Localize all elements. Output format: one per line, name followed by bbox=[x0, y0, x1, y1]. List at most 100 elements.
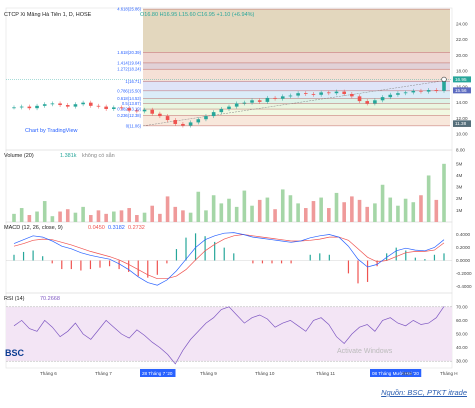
volume-bar bbox=[242, 190, 247, 222]
candle-body bbox=[165, 116, 170, 121]
macd-axis-tick: -0.2000 bbox=[456, 271, 472, 276]
source-link[interactable]: Nguồn: BSC, PTKT itrade bbox=[381, 388, 467, 397]
candle-body bbox=[403, 92, 408, 94]
volume-bar bbox=[373, 203, 377, 222]
volume-bar bbox=[388, 197, 393, 222]
chart-svg: 4.618(25.86) 1.618(20.39) 1.414(19.04) 1.27… bbox=[5, 7, 472, 377]
volume-bar bbox=[142, 212, 147, 222]
macd-axis-tick: 0.4000 bbox=[456, 232, 470, 237]
volume-bar bbox=[65, 209, 70, 222]
activate-watermark: Activate Windows bbox=[337, 348, 393, 355]
fib-label-10: 0(11.06) bbox=[126, 123, 142, 128]
fib-label-9: 0.236(12.38) bbox=[117, 113, 141, 118]
price-axis-tick: 22.00 bbox=[456, 37, 468, 42]
candle-body bbox=[327, 92, 331, 94]
candle-body bbox=[58, 103, 62, 106]
price-axis-tick: 14.00 bbox=[456, 100, 468, 105]
fib-band-2 bbox=[143, 62, 450, 70]
fib-label-2: 1.414(19.04) bbox=[117, 60, 141, 65]
fib-label-1: 1.618(20.39) bbox=[117, 50, 141, 55]
volume-bar bbox=[112, 211, 116, 222]
macd-signal-line bbox=[13, 234, 445, 280]
tradingview-link[interactable]: Chart by TradingView bbox=[25, 128, 77, 134]
candle-body bbox=[434, 90, 439, 91]
time-axis-tick: Tháng 9 bbox=[200, 371, 217, 376]
candle-body bbox=[65, 105, 70, 107]
volume-bar bbox=[380, 184, 385, 222]
volume-bar bbox=[73, 212, 78, 222]
candle-body bbox=[112, 107, 116, 109]
volume-bar bbox=[311, 201, 316, 222]
fib-band-7 bbox=[143, 103, 450, 110]
macd-value-macd: 0.3182 bbox=[108, 225, 125, 231]
time-axis-tick: 2021 bbox=[402, 371, 413, 376]
macd-axis-tick: 0.2000 bbox=[456, 245, 470, 250]
price-tag: 15.56 bbox=[455, 88, 467, 93]
volume-bar bbox=[196, 191, 201, 222]
price-axis-tick: 8.00 bbox=[456, 148, 465, 153]
fib-band-1 bbox=[143, 52, 450, 63]
volume-bar bbox=[365, 206, 370, 222]
macd-value-signal: 0.2732 bbox=[128, 225, 145, 231]
macd-axis-tick: 0.0000 bbox=[456, 258, 470, 263]
time-axis-tick: Tháng 10 bbox=[255, 371, 275, 376]
candle-body bbox=[319, 92, 323, 95]
candle-body bbox=[150, 109, 155, 114]
candle-body bbox=[411, 90, 416, 93]
candle-body bbox=[127, 108, 131, 111]
candle-body bbox=[257, 100, 262, 102]
volume-bar bbox=[127, 208, 131, 222]
volume-bar bbox=[426, 175, 431, 222]
fib-band-8 bbox=[143, 109, 450, 116]
bsc-logo: BSC bbox=[5, 348, 25, 358]
price-tag: 11.38 bbox=[455, 121, 467, 126]
volume-title: Volume (20) bbox=[4, 153, 34, 159]
volume-bar bbox=[96, 210, 101, 222]
rsi-axis-tick: 30.00 bbox=[456, 359, 468, 364]
volume-bar bbox=[357, 199, 362, 222]
volume-bar bbox=[396, 205, 400, 222]
candle-body bbox=[135, 110, 139, 112]
volume-na: không có sẵn bbox=[82, 153, 115, 159]
candle-body bbox=[380, 97, 385, 101]
candle-body bbox=[288, 95, 293, 97]
rsi-axis-tick: 70.00 bbox=[456, 304, 468, 309]
volume-bar bbox=[35, 211, 39, 222]
candle-body bbox=[373, 100, 377, 104]
candle-body bbox=[365, 101, 370, 104]
volume-bar bbox=[296, 203, 300, 222]
volume-bar bbox=[81, 206, 85, 222]
volume-bar bbox=[219, 203, 224, 222]
time-axis-tick: Tháng 6 bbox=[40, 371, 57, 376]
candle-body bbox=[196, 119, 201, 123]
candle-body bbox=[35, 105, 39, 109]
volume-bar bbox=[50, 216, 55, 222]
macd-axis-tick: -0.4000 bbox=[456, 284, 472, 289]
price-axis-tick: 24.00 bbox=[456, 21, 468, 26]
volume-bar bbox=[135, 215, 139, 222]
volume-bar bbox=[234, 206, 239, 222]
candle-body bbox=[334, 91, 339, 94]
candle-body bbox=[27, 106, 32, 109]
price-axis-tick: 20.00 bbox=[456, 53, 468, 58]
candle-body bbox=[242, 102, 247, 104]
rsi-axis-tick: 60.00 bbox=[456, 318, 468, 323]
fib-label-4: 1(16.71) bbox=[125, 79, 141, 84]
candle-body bbox=[173, 120, 178, 124]
candle-body bbox=[396, 93, 400, 95]
volume-bar bbox=[411, 202, 416, 222]
volume-bar bbox=[342, 202, 346, 222]
last-price-marker bbox=[441, 76, 447, 82]
fib-label-5: 0.786(15.50) bbox=[117, 88, 141, 93]
time-axis-tick: Tháng H bbox=[440, 371, 458, 376]
volume-bar bbox=[27, 215, 32, 222]
chart-root: 4.618(25.86) 1.618(20.39) 1.414(19.04) 1.27… bbox=[0, 0, 475, 403]
volume-axis-tick: 1M bbox=[456, 208, 463, 213]
candle-body bbox=[273, 97, 277, 99]
volume-bar bbox=[181, 210, 185, 222]
volume-bar bbox=[173, 206, 178, 222]
candle-body bbox=[219, 108, 224, 113]
volume-bar bbox=[257, 199, 262, 222]
candle-body bbox=[19, 106, 24, 108]
volume-value: 1.381k bbox=[60, 153, 77, 159]
